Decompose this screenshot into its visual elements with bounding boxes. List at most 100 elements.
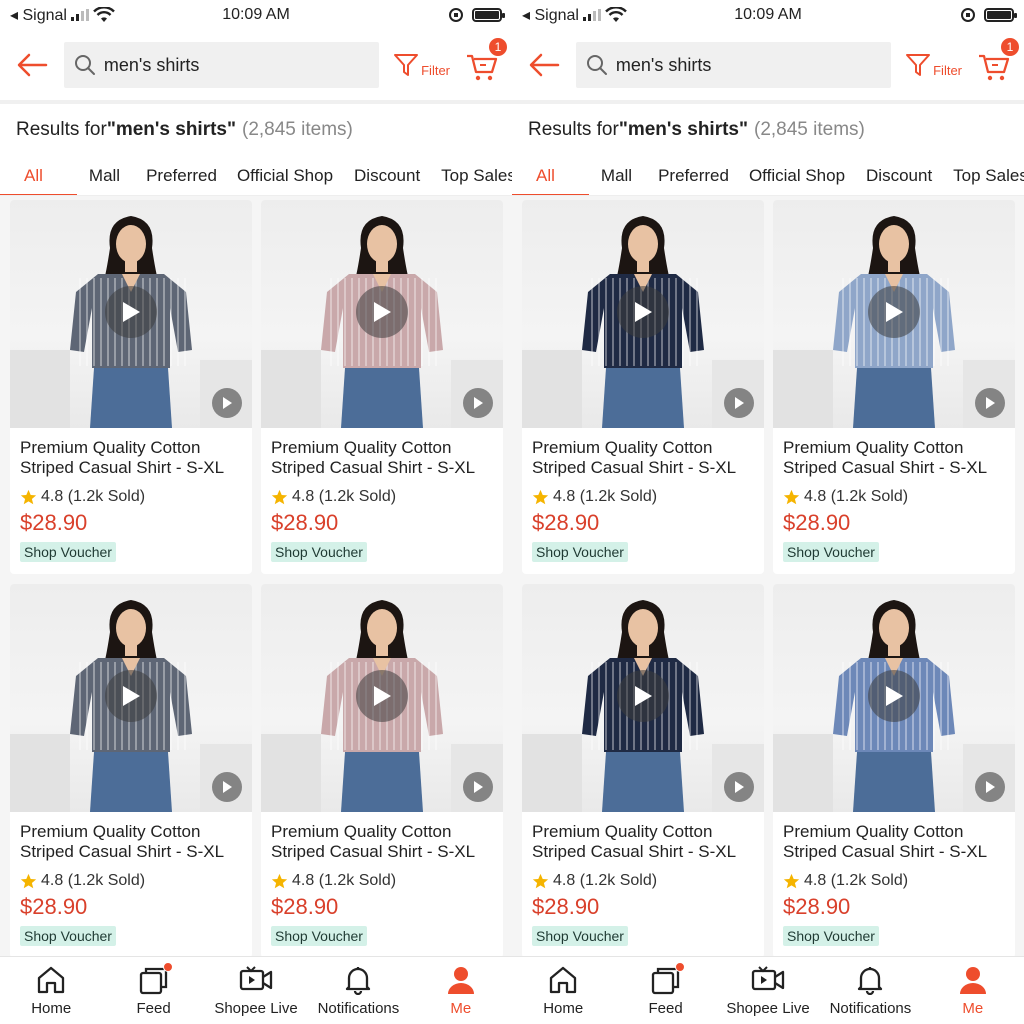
play-video-button[interactable] [868,670,920,722]
results-query: "men's shirts" [106,119,236,140]
filter-label: Filter [421,63,450,78]
product-card[interactable]: Premium Quality Cotton Striped Casual Shi… [261,200,503,574]
tab-preferred[interactable]: Preferred [146,156,217,195]
play-video-button[interactable] [617,286,669,338]
play-icon [986,397,995,409]
nav-home[interactable]: Home [0,957,102,1024]
product-title: Premium Quality Cotton Striped Casual Shi… [20,438,225,477]
product-price: $28.90 [783,894,851,919]
profile-icon [959,967,986,994]
product-rating: 4.8 (1.2k Sold) [10,870,252,892]
play-video-button[interactable] [617,670,669,722]
bell-icon [858,967,883,995]
results-prefix: Results for [16,119,107,140]
product-card[interactable]: Premium Quality Cotton Striped Casual Shi… [773,200,1015,574]
search-icon [74,55,95,75]
filter-button[interactable]: Filter [393,52,450,78]
nav-notifications[interactable]: Notifications [307,957,409,1024]
play-video-button[interactable] [105,286,157,338]
product-card[interactable]: Premium Quality Cotton Striped Casual Shi… [10,200,252,574]
product-price: $28.90 [271,894,339,919]
star-icon [20,489,37,504]
play-icon [735,781,744,793]
filter-button[interactable]: Filter [905,52,962,78]
nav-me[interactable]: Me [410,957,512,1024]
tab-mall[interactable]: Mall [89,156,120,195]
orientation-lock-icon [961,8,975,22]
shop-voucher-badge: Shop Voucher [532,542,628,562]
cart-count-badge: 1 [1000,37,1020,57]
product-rating: 4.8 (1.2k Sold) [10,486,252,508]
nav-feed[interactable]: Feed [614,957,716,1024]
product-price: $28.90 [532,510,600,535]
video-indicator [212,772,242,802]
play-video-button[interactable] [356,670,408,722]
play-video-button[interactable] [356,286,408,338]
product-title: Premium Quality Cotton Striped Casual Shi… [783,822,988,861]
bottom-navigation: Home Feed Shopee Live Notifications Me [0,956,512,1024]
product-card[interactable]: Premium Quality Cotton Striped Casual Shi… [773,584,1015,958]
product-card[interactable]: Premium Quality Cotton Striped Casual Shi… [10,584,252,958]
star-icon [271,873,288,888]
nav-feed[interactable]: Feed [102,957,204,1024]
results-summary: Results for "men's shirts" (2,845 items) [512,100,1024,156]
shop-voucher-badge: Shop Voucher [783,542,879,562]
video-indicator [463,388,493,418]
play-video-button[interactable] [868,286,920,338]
product-image [522,584,764,812]
tab-all[interactable]: All [512,156,589,195]
product-rating: 4.8 (1.2k Sold) [261,870,503,892]
back-button[interactable] [524,45,564,85]
play-icon [223,781,232,793]
play-video-button[interactable] [105,670,157,722]
cart-button[interactable]: 1 [464,37,508,83]
filter-tabs: All Mall Preferred Official Shop Discoun… [512,156,1024,196]
results-count: (2,845 items) [242,119,353,140]
tab-discount[interactable]: Discount [866,156,932,195]
product-card[interactable]: Premium Quality Cotton Striped Casual Shi… [261,584,503,958]
home-icon [550,966,577,994]
tab-official-shop[interactable]: Official Shop [749,156,845,195]
cart-count-badge: 1 [488,37,508,57]
product-price: $28.90 [271,510,339,535]
product-card[interactable]: Premium Quality Cotton Striped Casual Shi… [522,200,764,574]
tab-mall[interactable]: Mall [601,156,632,195]
play-icon [735,397,744,409]
product-price: $28.90 [783,510,851,535]
product-image [773,584,1015,812]
search-input[interactable]: men's shirts [63,42,380,88]
tab-discount[interactable]: Discount [354,156,420,195]
nav-home[interactable]: Home [512,957,614,1024]
back-button[interactable] [12,45,52,85]
play-icon [223,397,232,409]
search-query-text: men's shirts [615,54,712,75]
search-input[interactable]: men's shirts [575,42,892,88]
tab-top-sales[interactable]: Top Sales [441,156,512,195]
video-indicator [975,772,1005,802]
tab-all[interactable]: All [0,156,77,195]
tab-preferred[interactable]: Preferred [658,156,729,195]
live-video-icon [239,966,273,991]
product-card[interactable]: Premium Quality Cotton Striped Casual Shi… [522,584,764,958]
notification-dot [674,962,685,972]
filter-tabs: All Mall Preferred Official Shop Discoun… [0,156,512,196]
home-icon [38,966,65,994]
product-rating: 4.8 (1.2k Sold) [261,486,503,508]
results-query: "men's shirts" [618,119,748,140]
nav-label: Feed [648,1000,683,1017]
nav-me[interactable]: Me [922,957,1024,1024]
results-summary: Results for "men's shirts" (2,845 items) [0,100,512,156]
nav-notifications[interactable]: Notifications [819,957,921,1024]
tab-top-sales[interactable]: Top Sales [953,156,1024,195]
nav-shopee-live[interactable]: Shopee Live [717,957,819,1024]
nav-shopee-live[interactable]: Shopee Live [205,957,307,1024]
video-indicator [724,772,754,802]
nav-label: Shopee Live [726,1000,810,1017]
results-count: (2,845 items) [754,119,865,140]
results-prefix: Results for [528,119,619,140]
status-time: 10:09 AM [222,6,290,23]
product-price: $28.90 [532,894,600,919]
shop-voucher-badge: Shop Voucher [20,926,116,946]
tab-official-shop[interactable]: Official Shop [237,156,333,195]
cart-button[interactable]: 1 [976,37,1020,83]
